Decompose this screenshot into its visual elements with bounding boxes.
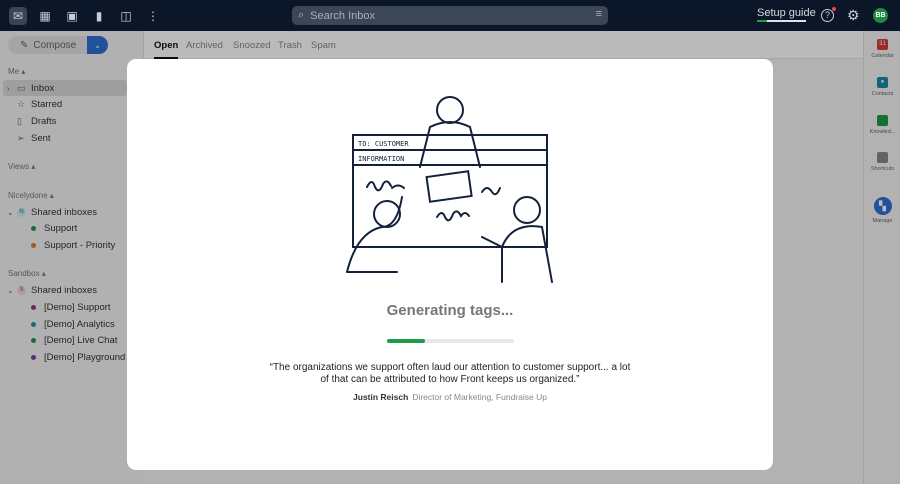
setup-progress-bar [757, 20, 806, 22]
avatar[interactable]: BB [873, 8, 888, 23]
generating-tags-modal: TO: CUSTOMER INFORMATION Generating tags… [127, 59, 773, 470]
testimonial-quote: “The organizations we support often laud… [269, 362, 631, 385]
analytics-icon[interactable]: ▮ [90, 7, 108, 25]
modal-title: Generating tags... [386, 302, 514, 319]
inbox-icon[interactable]: ✉ [9, 6, 27, 25]
customer-info-illustration: TO: CUSTOMER INFORMATION [346, 96, 553, 283]
author-name: Justin Reisch [353, 392, 409, 402]
filter-icon[interactable]: ≡ [596, 8, 602, 20]
progress-fill [387, 339, 426, 343]
illustration-text: TO: CUSTOMER [358, 140, 409, 148]
contacts-icon[interactable]: ▣ [63, 7, 81, 25]
calendar-icon[interactable]: ▦ [36, 7, 54, 25]
testimonial-attribution: Justin Reisch Director of Marketing, Fund… [127, 392, 773, 402]
knowledge-base-icon[interactable]: ◫ [117, 7, 135, 25]
more-icon[interactable]: ⋮ [144, 7, 162, 25]
setup-progress-fill [757, 20, 767, 22]
help-icon[interactable]: ? [821, 7, 836, 22]
search-icon: ⌕ [298, 9, 305, 21]
setup-guide-link[interactable]: Setup guide [757, 7, 816, 19]
svg-text:INFORMATION: INFORMATION [358, 155, 404, 163]
progress-bar [387, 339, 514, 343]
search-input[interactable]: ⌕ Search Inbox ≡ [292, 6, 608, 25]
author-role: Director of Marketing, Fundraise Up [412, 392, 547, 402]
gear-icon[interactable]: ⚙ [847, 7, 860, 24]
search-placeholder: Search Inbox [310, 9, 375, 22]
